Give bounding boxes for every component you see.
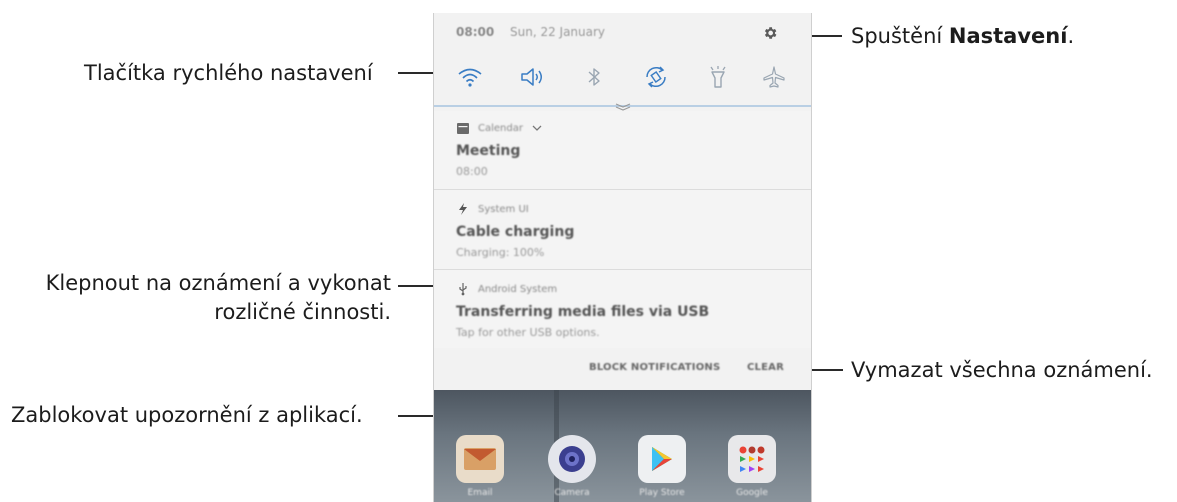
- status-bar: 08:00 Sun, 22 January: [434, 13, 811, 51]
- callout-open-settings-bold: Nastavení: [948, 24, 1068, 48]
- clear-button[interactable]: CLEAR: [747, 362, 784, 373]
- email-app-icon[interactable]: [456, 435, 504, 483]
- notification-title: Transferring media files via USB: [456, 304, 710, 320]
- notification-panel: 08:00 Sun, 22 January Calendar Meeting 0…: [433, 13, 812, 502]
- notification-body: 08:00: [456, 165, 488, 178]
- camera-lens-icon: [559, 446, 585, 472]
- notification-app-name: Calendar: [478, 123, 523, 134]
- calendar-icon: [457, 123, 469, 134]
- bluetooth-icon: [588, 68, 600, 86]
- home-screen-background: Email Camera Play Store Google: [434, 390, 811, 502]
- callout-tap-notification: Klepnout na oznámení a vykonat rozličné …: [11, 269, 391, 327]
- status-date: Sun, 22 January: [510, 25, 606, 39]
- envelope-icon: [464, 448, 496, 470]
- app-label: Google: [736, 488, 768, 498]
- notification-charging[interactable]: System UI Cable charging Charging: 100%: [434, 190, 811, 269]
- app-label: Play Store: [639, 488, 685, 498]
- callout-open-settings-suffix: .: [1067, 24, 1075, 48]
- callout-tap-notification-line2: rozličné činnosti.: [214, 300, 391, 324]
- notification-app-name: Android System: [478, 284, 558, 295]
- wifi-icon: [458, 68, 482, 87]
- camera-app-icon[interactable]: [548, 435, 596, 483]
- notification-calendar[interactable]: Calendar Meeting 08:00: [434, 111, 811, 189]
- chevron-down-icon[interactable]: [532, 124, 542, 132]
- quick-setting-auto-rotate[interactable]: [638, 59, 674, 95]
- callout-open-settings-prefix: Spuštění: [851, 24, 949, 48]
- quick-setting-flashlight[interactable]: [700, 59, 736, 95]
- callout-block-notifications: Zablokovat upozornění z aplikací.: [11, 403, 363, 427]
- notification-body: Charging: 100%: [456, 246, 545, 259]
- notification-title: Meeting: [456, 143, 521, 159]
- gear-icon: [764, 27, 777, 39]
- quick-setting-bluetooth[interactable]: [576, 59, 612, 95]
- play-triangle-icon: [652, 447, 672, 471]
- play-store-app-icon[interactable]: [638, 435, 686, 483]
- callout-quick-settings: Tlačítka rychlého nastavení: [84, 61, 373, 85]
- quick-setting-sound[interactable]: [514, 59, 550, 95]
- notification-usb[interactable]: Android System Transferring media files …: [434, 270, 811, 348]
- notification-app-name: System UI: [478, 204, 529, 215]
- callout-tap-notification-line1: Klepnout na oznámení a vykonat: [45, 271, 391, 295]
- expand-panel-handle[interactable]: [612, 97, 634, 111]
- usb-icon: [459, 283, 467, 296]
- callout-clear-all: Vymazat všechna oznámení.: [851, 358, 1153, 382]
- flashlight-icon: [710, 66, 726, 88]
- status-time: 08:00: [456, 25, 495, 39]
- app-label: Camera: [554, 488, 590, 498]
- folder-grid-icon: [739, 446, 765, 472]
- auto-rotate-icon: [646, 66, 666, 88]
- sound-icon: [521, 68, 542, 86]
- notification-title: Cable charging: [456, 224, 575, 240]
- airplane-mode-icon: [763, 66, 785, 88]
- block-notifications-button[interactable]: BLOCK NOTIFICATIONS: [589, 362, 720, 373]
- callout-open-settings: Spuštění Nastavení.: [851, 22, 1074, 51]
- quick-setting-wifi[interactable]: [452, 59, 488, 95]
- quick-setting-airplane[interactable]: [756, 59, 792, 95]
- app-label: Email: [467, 488, 493, 498]
- settings-button[interactable]: [760, 23, 780, 43]
- notification-body: Tap for other USB options.: [456, 326, 600, 339]
- google-folder-icon[interactable]: [728, 435, 776, 483]
- callout-line-quick-settings: [398, 72, 434, 74]
- bolt-icon: [459, 203, 467, 215]
